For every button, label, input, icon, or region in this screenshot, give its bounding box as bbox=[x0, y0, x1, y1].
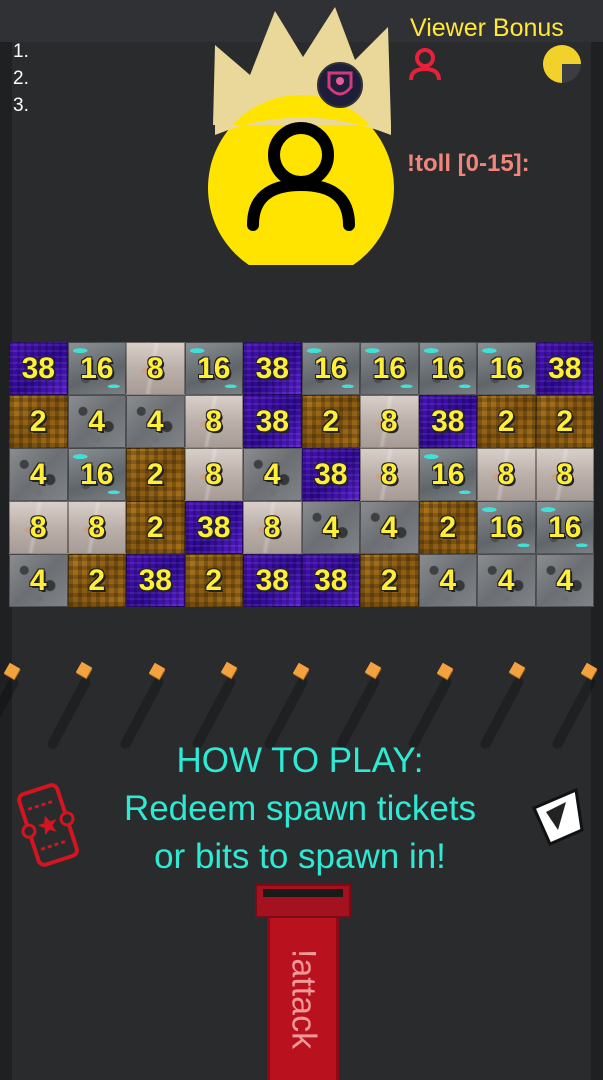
block-tile: 38 bbox=[301, 448, 360, 501]
attack-cannon: !attack bbox=[255, 884, 351, 1080]
rank-1: 1. bbox=[13, 41, 29, 62]
block-tile: 2 bbox=[301, 395, 360, 448]
block-tile: 38 bbox=[243, 554, 302, 607]
peg bbox=[508, 661, 526, 679]
peg bbox=[580, 662, 598, 680]
block-tile: 38 bbox=[243, 395, 302, 448]
peg bbox=[292, 662, 310, 680]
viewer-bonus-title: Viewer Bonus bbox=[410, 14, 564, 42]
ticket-icon bbox=[17, 783, 79, 867]
block-tile: 4 bbox=[360, 501, 419, 554]
block-tile: 16 bbox=[67, 342, 126, 395]
block-tile: 8 bbox=[360, 448, 419, 501]
block-tile: 2 bbox=[126, 448, 185, 501]
peg bbox=[220, 661, 238, 679]
block-tile: 38 bbox=[301, 554, 360, 607]
block-tile: 38 bbox=[184, 501, 243, 554]
king-avatar bbox=[208, 7, 394, 265]
block-tile: 8 bbox=[535, 448, 594, 501]
rank-2: 2. bbox=[13, 68, 29, 89]
block-tile: 16 bbox=[360, 342, 419, 395]
block-tile: 16 bbox=[301, 342, 360, 395]
block-tile: 38 bbox=[418, 395, 477, 448]
bits-gem-icon bbox=[532, 787, 584, 846]
howto-line-1: Redeem spawn tickets bbox=[123, 789, 477, 828]
block-tile: 4 bbox=[535, 554, 594, 607]
cannon-cap bbox=[255, 884, 351, 918]
block-tile: 4 bbox=[477, 554, 536, 607]
block-tile: 8 bbox=[126, 342, 185, 395]
block-tile: 2 bbox=[477, 395, 536, 448]
block-tile: 2 bbox=[418, 501, 477, 554]
block-tile: 16 bbox=[184, 342, 243, 395]
block-tile: 4 bbox=[67, 395, 126, 448]
block-tile: 16 bbox=[418, 448, 477, 501]
peg-shadow bbox=[550, 675, 598, 751]
block-tile: 2 bbox=[9, 395, 68, 448]
block-tile: 4 bbox=[418, 554, 477, 607]
block-tile: 38 bbox=[243, 342, 302, 395]
attack-command-label: !attack bbox=[284, 948, 323, 1050]
block-tile: 2 bbox=[67, 554, 126, 607]
block-tile: 4 bbox=[301, 501, 360, 554]
crest-icon bbox=[317, 62, 363, 108]
block-tile: 16 bbox=[67, 448, 126, 501]
block-tile: 16 bbox=[477, 342, 536, 395]
viewer-bonus-person-icon bbox=[409, 48, 441, 81]
block-board: 38 16 8 16 38 16 16 16 16 38 2 4 4 8 38 2 8 38 2 2 4 16 2 8 4 38 8… bbox=[9, 342, 594, 607]
block-tile: 8 bbox=[9, 501, 68, 554]
howto-heading: HOW TO PLAY: bbox=[176, 741, 424, 780]
block-tile: 38 bbox=[126, 554, 185, 607]
block-tile: 2 bbox=[535, 395, 594, 448]
peg bbox=[3, 662, 21, 680]
toll-label: !toll [0-15]: bbox=[407, 150, 530, 177]
peg bbox=[148, 662, 166, 680]
block-tile: 4 bbox=[243, 448, 302, 501]
block-tile: 16 bbox=[477, 501, 536, 554]
peg bbox=[436, 662, 454, 680]
block-tile: 38 bbox=[535, 342, 594, 395]
block-tile: 4 bbox=[9, 554, 68, 607]
rank-3: 3. bbox=[13, 95, 29, 116]
block-tile: 8 bbox=[477, 448, 536, 501]
peg bbox=[364, 661, 382, 679]
leaderboard: 1. 2. 3. bbox=[13, 38, 29, 119]
block-tile: 2 bbox=[360, 554, 419, 607]
bonus-timer-pie-icon bbox=[543, 45, 581, 83]
block-tile: 4 bbox=[9, 448, 68, 501]
block-tile: 8 bbox=[184, 395, 243, 448]
block-tile: 38 bbox=[9, 342, 68, 395]
block-tile: 8 bbox=[67, 501, 126, 554]
peg bbox=[75, 661, 93, 679]
block-tile: 8 bbox=[184, 448, 243, 501]
how-to-play: HOW TO PLAY: Redeem spawn tickets or bit… bbox=[60, 737, 540, 881]
peg-shadow bbox=[0, 675, 21, 751]
block-tile: 16 bbox=[535, 501, 594, 554]
block-tile: 4 bbox=[126, 395, 185, 448]
block-tile: 8 bbox=[243, 501, 302, 554]
block-tile: 16 bbox=[418, 342, 477, 395]
cannon-body: !attack bbox=[267, 918, 339, 1080]
block-tile: 2 bbox=[184, 554, 243, 607]
howto-line-2: or bits to spawn in! bbox=[154, 837, 446, 876]
block-tile: 2 bbox=[126, 501, 185, 554]
block-tile: 8 bbox=[360, 395, 419, 448]
